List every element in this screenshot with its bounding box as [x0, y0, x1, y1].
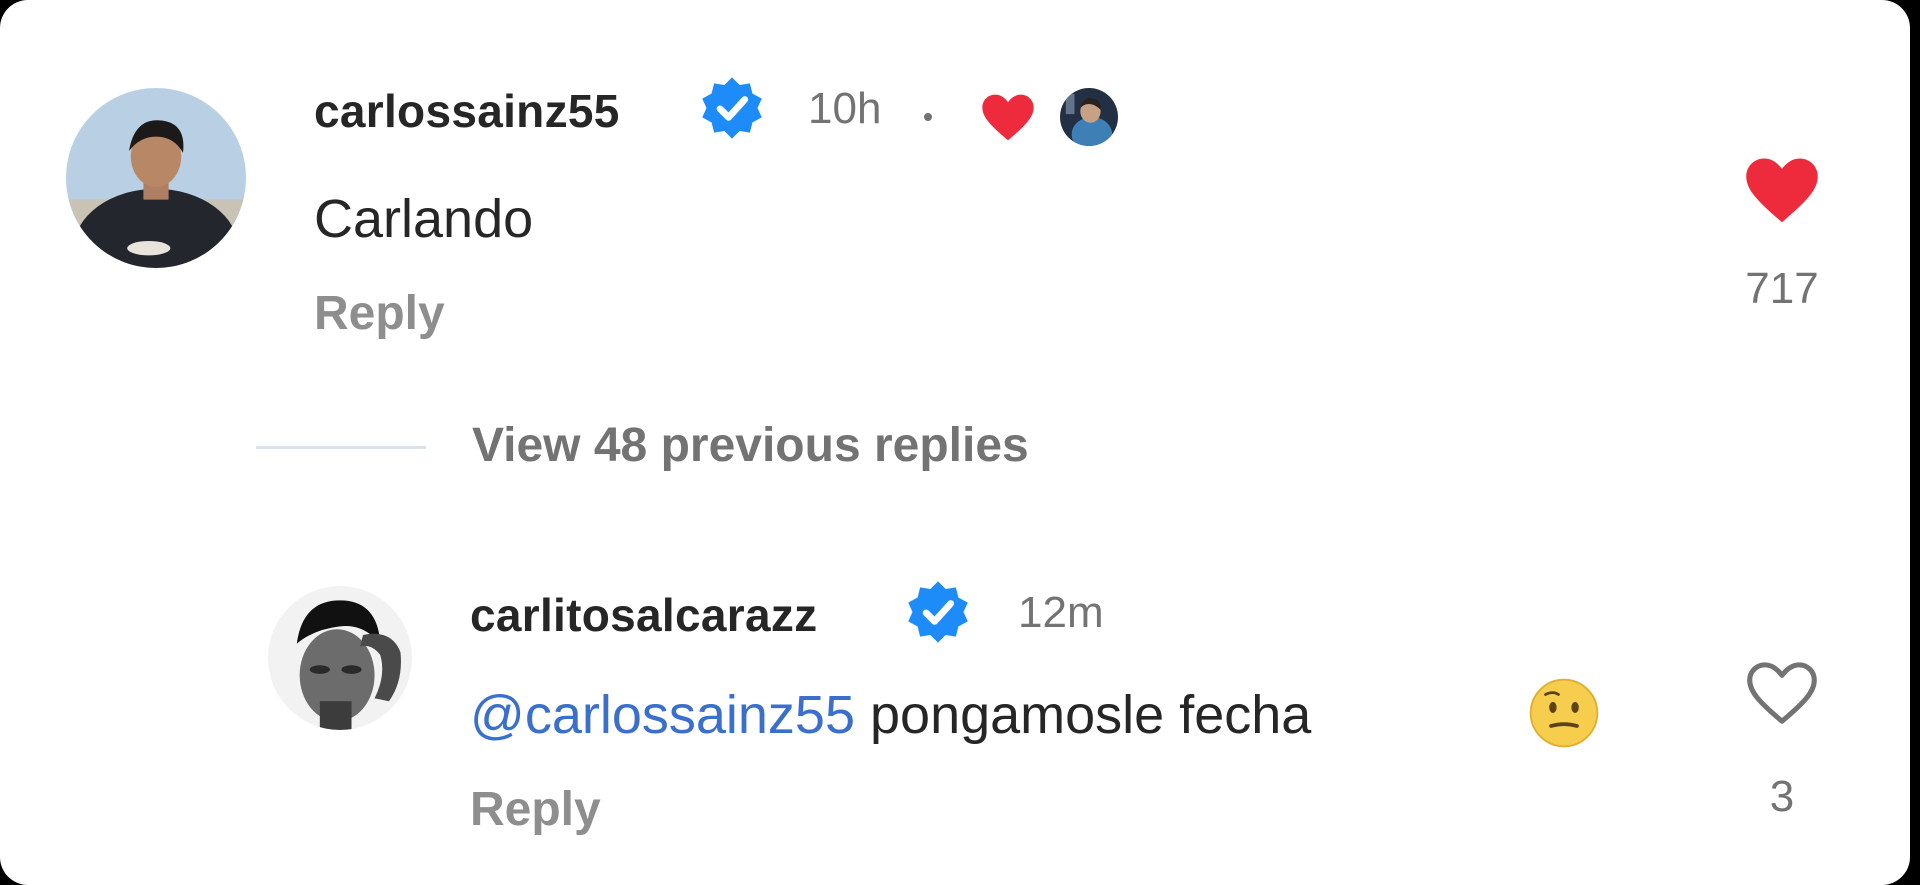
- view-previous-replies-button[interactable]: View 48 previous replies: [472, 418, 1029, 473]
- comment-username[interactable]: carlitosalcarazz: [470, 588, 817, 642]
- verified-badge-icon: [908, 581, 968, 643]
- separator-dot: [924, 113, 932, 121]
- slightly-frowning-face-emoji-icon: [1529, 678, 1599, 748]
- comment-text: Carlando: [314, 189, 534, 249]
- avatar-carlitosalcarazz[interactable]: [268, 586, 412, 730]
- comment-thread: carlossainz55 10h Carlando Reply 717 Vie…: [0, 0, 1910, 885]
- comment-text: @carlossainz55 pongamosle fecha: [470, 684, 1311, 746]
- avatar-carlossainz55[interactable]: [66, 88, 246, 268]
- like-heart-filled-icon[interactable]: [1738, 152, 1826, 230]
- like-count: 3: [1769, 772, 1795, 821]
- creator-liked-heart-icon: [982, 94, 1034, 141]
- comment-timestamp: 10h: [808, 84, 882, 133]
- verified-badge-icon: [702, 77, 762, 139]
- like-count: 717: [1745, 264, 1819, 313]
- reply-button[interactable]: Reply: [314, 286, 445, 341]
- comment-timestamp: 12m: [1018, 588, 1104, 637]
- comment-body: pongamosle fecha: [855, 685, 1312, 745]
- like-heart-outline-icon[interactable]: [1740, 656, 1824, 732]
- comment-username[interactable]: carlossainz55: [314, 84, 620, 138]
- reply-button[interactable]: Reply: [470, 782, 601, 837]
- replies-divider-line: [256, 446, 426, 449]
- creator-avatar-icon: [1060, 88, 1118, 146]
- mention-link[interactable]: @carlossainz55: [470, 685, 855, 745]
